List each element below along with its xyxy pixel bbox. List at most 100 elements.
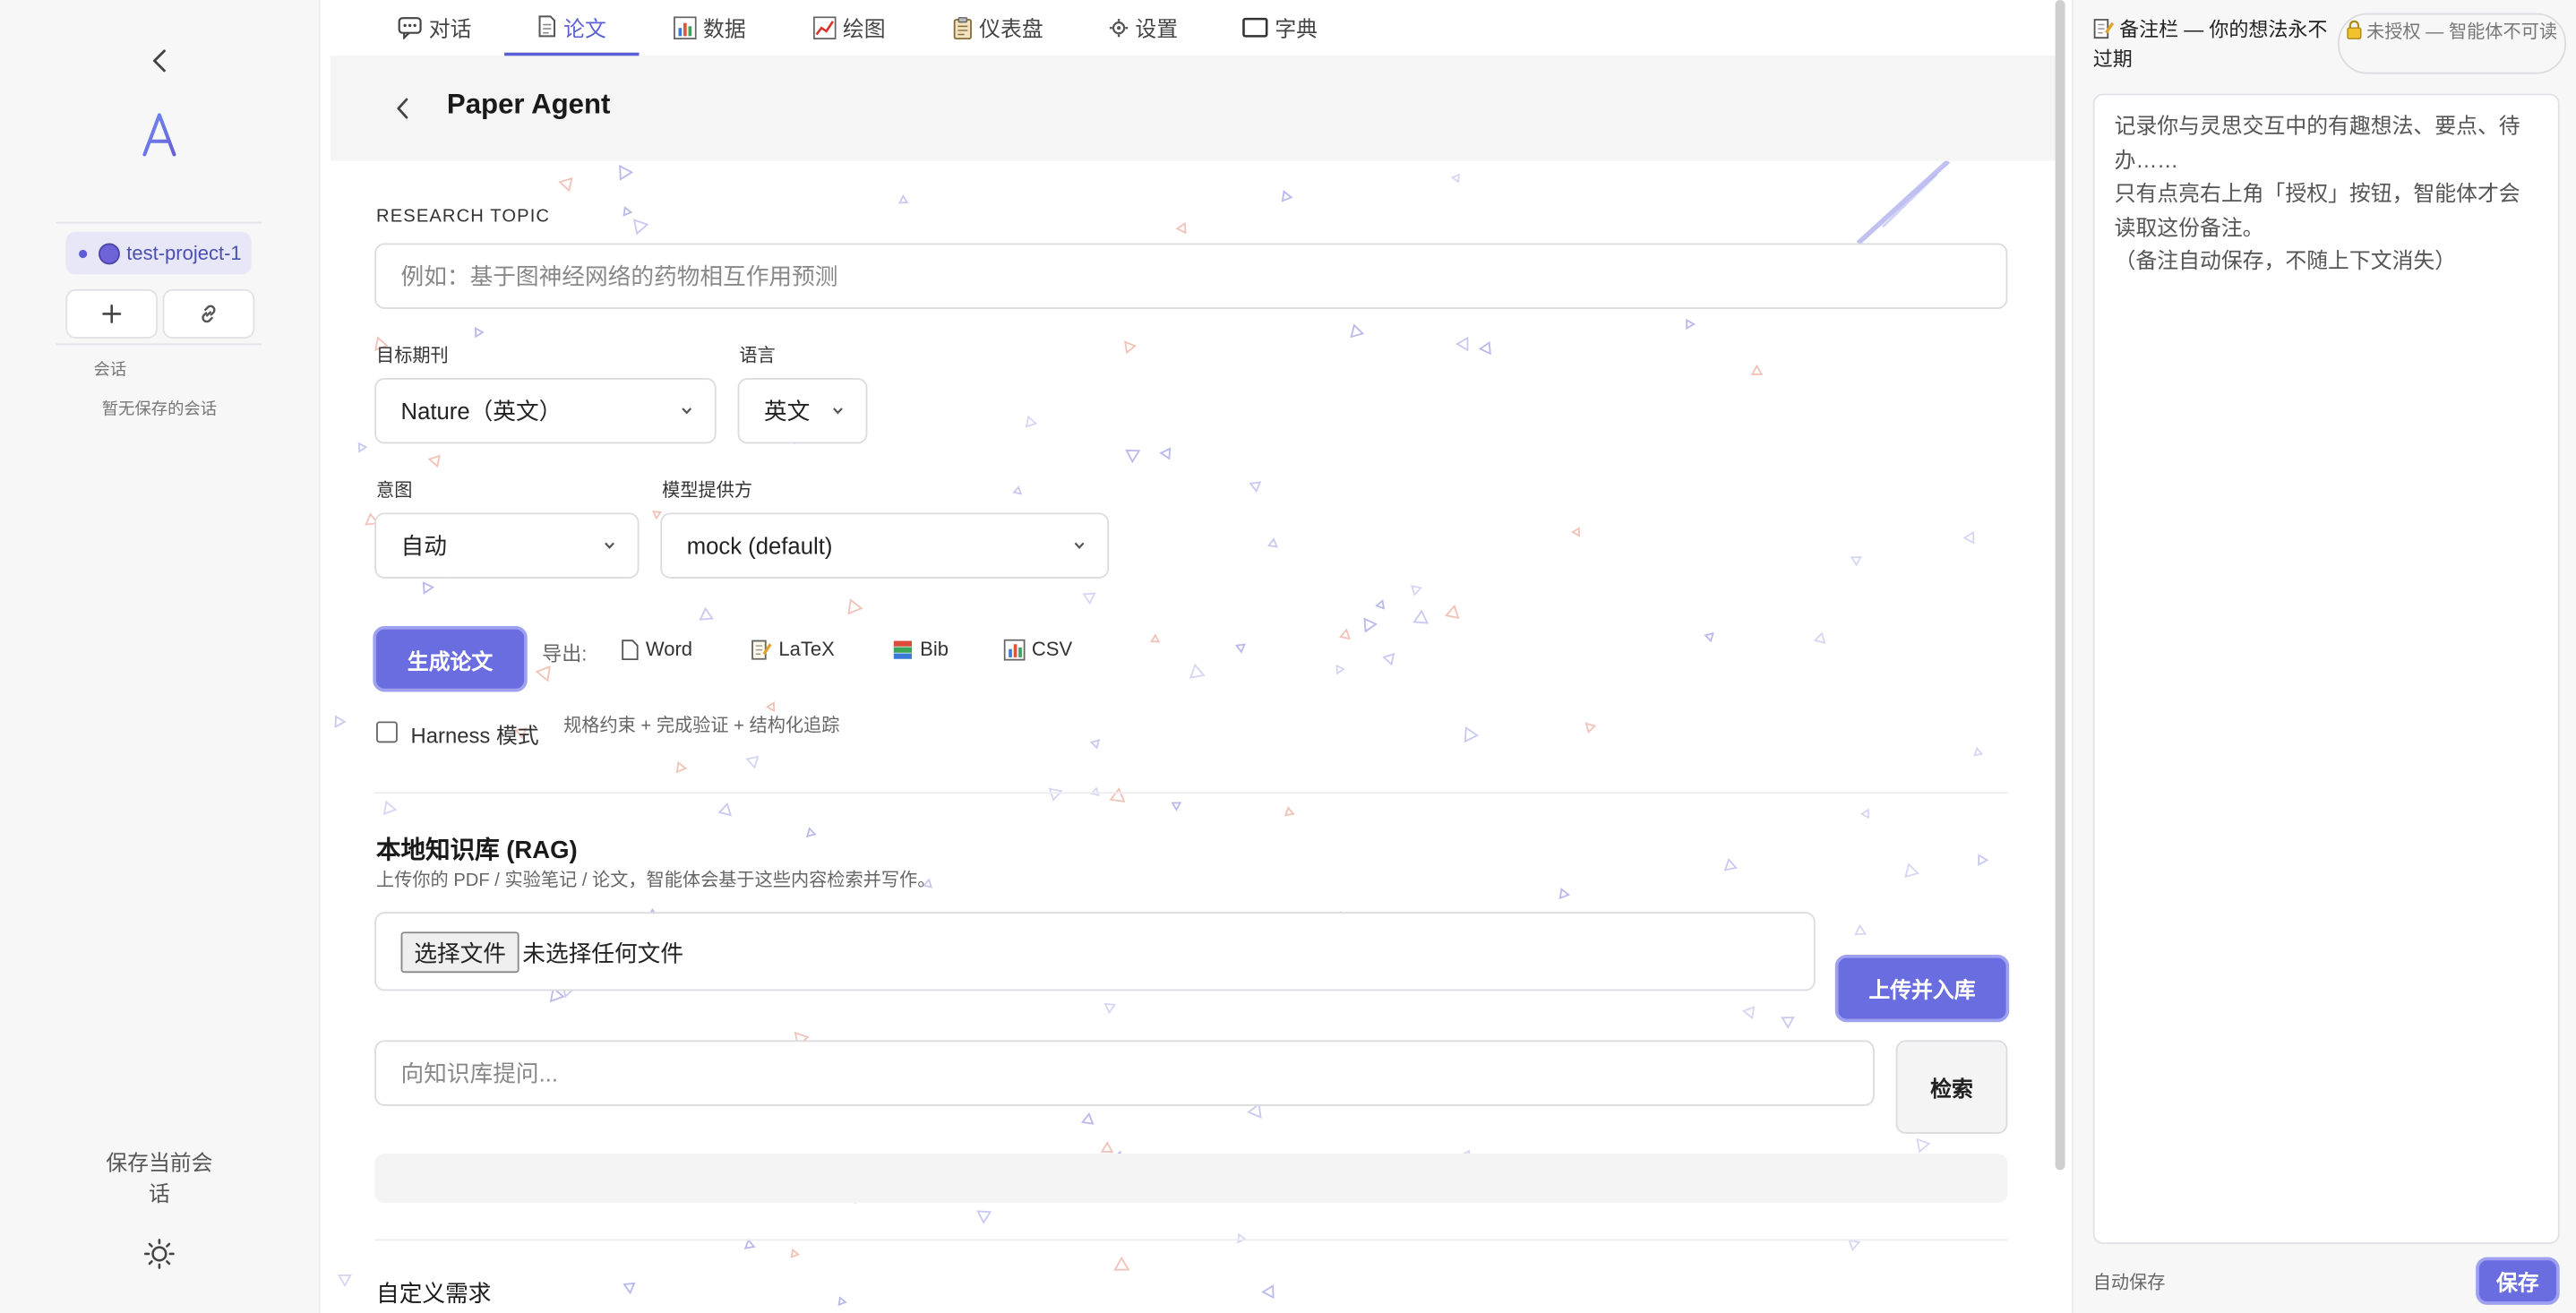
section-divider	[374, 1239, 2008, 1241]
background-particle	[699, 606, 714, 621]
rag-title: 本地知识库 (RAG)	[376, 836, 578, 865]
provider-select[interactable]: mock (default)	[660, 512, 1110, 579]
background-particle	[1464, 725, 1480, 743]
gear-icon	[1109, 18, 1129, 37]
background-particle	[1904, 862, 1919, 879]
journal-label: 目标期刊	[376, 347, 449, 367]
autosave-label: 自动保存	[2092, 1273, 2166, 1293]
search-button[interactable]: 检索	[1895, 1040, 2008, 1135]
harness-mode-label: Harness 模式	[410, 723, 539, 748]
tab-label: 数据	[703, 16, 746, 41]
background-particle	[1704, 631, 1714, 643]
tab-label: 字典	[1275, 16, 1318, 41]
sun-icon	[144, 1239, 175, 1269]
memo-icon	[751, 639, 772, 659]
sessions-label: 会话	[93, 361, 127, 380]
save-session-button[interactable]: 保存当前会话	[102, 1147, 217, 1210]
background-particle	[558, 176, 573, 193]
knowledge-query-input[interactable]: 向知识库提问...	[374, 1040, 1875, 1106]
provider-value: mock (default)	[686, 532, 833, 559]
lock-icon	[2348, 20, 2363, 39]
tab-label: 对话	[428, 16, 472, 41]
new-session-button[interactable]	[65, 288, 159, 339]
tab-data[interactable]: 数据	[674, 0, 746, 55]
line-chart-icon	[812, 15, 837, 39]
theme-toggle-button[interactable]	[142, 1236, 177, 1272]
tab-dashboard[interactable]: 仪表盘	[953, 0, 1043, 55]
notes-textarea[interactable]: 记录你与灵思交互中的有趣想法、要点、待办…… 只有点亮右上角「授权」按钮，智能体…	[2092, 93, 2560, 1244]
research-topic-input[interactable]: 例如：基于图神经网络的药物相互作用预测	[374, 243, 2008, 309]
memo-icon	[2093, 19, 2115, 39]
language-label: 语言	[739, 347, 776, 367]
generate-paper-button[interactable]: 生成论文	[373, 626, 528, 692]
provider-label: 模型提供方	[662, 481, 753, 502]
document-icon	[622, 639, 639, 660]
background-particle	[1175, 221, 1187, 235]
background-particle	[475, 327, 485, 339]
chevron-left-icon	[397, 98, 408, 119]
back-button[interactable]	[386, 90, 419, 126]
background-particle	[632, 219, 649, 236]
background-particle	[1962, 530, 1975, 545]
link-icon	[202, 305, 216, 323]
file-upload-field: 选择文件 未选择任何文件	[374, 912, 1816, 991]
no-sessions-text: 暂无保存的会话	[101, 400, 218, 419]
main-scrollbar[interactable]	[2055, 0, 2065, 1171]
tab-chat[interactable]: 对话	[398, 0, 472, 55]
notes-save-button[interactable]: 保存	[2476, 1257, 2560, 1305]
notes-title: 备注栏 — 你的想法永不过期	[2093, 15, 2340, 74]
background-particle	[1261, 1284, 1275, 1300]
intent-select[interactable]: 自动	[374, 512, 640, 579]
tab-settings[interactable]: 设置	[1109, 0, 1178, 55]
tab-label: 仪表盘	[979, 16, 1043, 41]
background-particle	[1375, 599, 1386, 610]
export-latex-button[interactable]: LaTeX	[751, 638, 835, 661]
choose-file-button[interactable]: 选择文件	[400, 931, 519, 974]
export-label: 导出:	[542, 642, 588, 666]
background-particle	[1109, 787, 1126, 802]
export-bib-button[interactable]: Bib	[892, 638, 949, 661]
language-select[interactable]: 英文	[737, 378, 868, 444]
background-particle	[1363, 617, 1378, 633]
tab-dictionary[interactable]: 字典	[1242, 0, 1318, 55]
background-particle	[1781, 1017, 1795, 1029]
background-particle	[1149, 633, 1161, 643]
collapse-sidebar-button[interactable]	[142, 43, 177, 79]
chevron-down-icon	[1074, 542, 1085, 549]
journal-select[interactable]: Nature（英文）	[374, 378, 717, 444]
background-particle	[334, 715, 347, 729]
sidebar-divider	[56, 343, 262, 346]
export-csv-button[interactable]: CSV	[1003, 638, 1072, 661]
project-selector[interactable]: test-project-1	[65, 231, 252, 275]
intent-value: 自动	[400, 532, 447, 559]
background-particle	[1284, 806, 1295, 817]
background-particle	[1081, 1111, 1095, 1125]
background-particle	[1338, 628, 1351, 640]
background-particle	[1413, 609, 1430, 624]
background-particle	[1189, 663, 1206, 679]
app-root: test-project-1 会话 暂无保存的会话 保存当前会话 对话 论文 数…	[0, 0, 2576, 1313]
tab-label: 绘图	[842, 16, 886, 41]
background-particle	[1854, 923, 1868, 936]
tab-plot[interactable]: 绘图	[812, 0, 886, 55]
language-value: 英文	[763, 398, 811, 425]
harness-mode-checkbox[interactable]	[376, 721, 398, 743]
chevron-down-icon	[605, 542, 614, 549]
harness-hint: 规格约束 + 完成验证 + 结构化追踪	[563, 716, 840, 736]
background-particle	[1382, 652, 1395, 666]
custom-requirements-title: 自定义需求	[376, 1280, 492, 1307]
intent-label: 意图	[376, 481, 413, 502]
background-particle	[1113, 1256, 1130, 1271]
export-bib-label: Bib	[920, 637, 949, 661]
tab-paper[interactable]: 论文	[504, 0, 640, 56]
link-button[interactable]	[162, 288, 255, 339]
background-particle	[1048, 787, 1063, 802]
authorize-toggle-button[interactable]: 未授权 — 智能体不可读	[2338, 13, 2566, 74]
background-particle	[1973, 746, 1984, 757]
background-particle	[1025, 415, 1038, 428]
monitor-icon	[1242, 16, 1268, 37]
upload-ingest-button[interactable]: 上传并入库	[1834, 955, 2010, 1023]
background-particle	[1444, 604, 1460, 620]
speech-bubble-icon	[398, 16, 422, 39]
export-word-button[interactable]: Word	[621, 638, 692, 661]
